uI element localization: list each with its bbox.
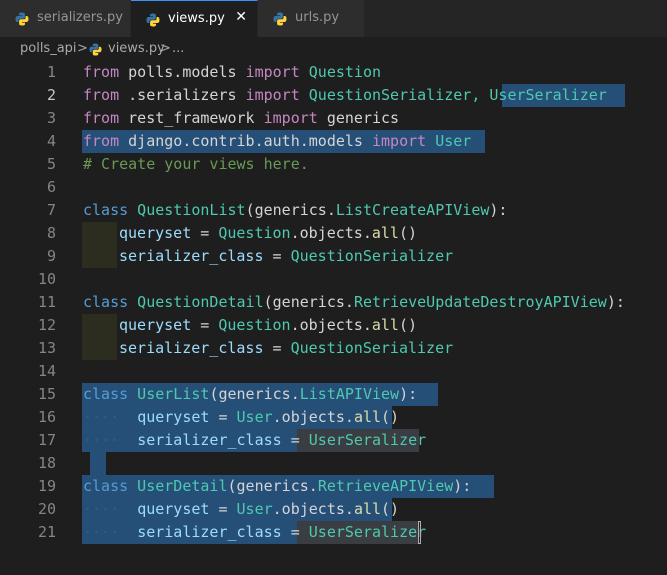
code-line: 9 serializer_class = QuestionSerializer (0, 245, 667, 268)
code-line: 14 (0, 360, 667, 383)
line-number: 20 (37, 500, 56, 518)
line-number: 10 (37, 270, 56, 288)
code-line: 2 from .serializers import QuestionSeria… (0, 84, 667, 107)
code-line: 3 from rest_framework import generics (0, 107, 667, 130)
line-number: 21 (37, 523, 56, 541)
code-text: class QuestionDetail(generics.RetrieveUp… (83, 293, 625, 311)
code-line: 5 # Create your views here. (0, 153, 667, 176)
code-text: class UserDetail(generics.RetrieveAPIVie… (83, 477, 472, 495)
code-text: from polls.models import Question (83, 63, 382, 81)
tab-urls[interactable]: urls.py (258, 0, 365, 37)
code-line: 16 ···· queryset = User.objects.all() (0, 406, 667, 429)
tab-label: serializers.py (37, 10, 123, 25)
breadcrumb-trail[interactable]: ... (172, 41, 184, 56)
code-text: from .serializers import QuestionSeriali… (83, 86, 607, 104)
code-text: ···· queryset = User.objects.all() (83, 500, 400, 518)
code-line: 19 class UserDetail(generics.RetrieveAPI… (0, 475, 667, 498)
code-line: 21 ···· serializer_class = UserSeralizer (0, 521, 667, 544)
line-number: 7 (46, 201, 56, 219)
text-cursor (418, 521, 421, 544)
code-text: ···· serializer_class = UserSeralizer (83, 431, 427, 449)
python-icon (15, 12, 29, 26)
tab-bar: serializers.py views.py ✕ urls.py (0, 0, 667, 37)
code-editor[interactable]: 1 from polls.models import Question 2 fr… (0, 61, 667, 575)
code-line: 15 class UserList(generics.ListAPIView): (0, 383, 667, 406)
line-number: 12 (37, 316, 56, 334)
code-line: 13 serializer_class = QuestionSerializer (0, 337, 667, 360)
close-icon[interactable]: ✕ (235, 9, 247, 25)
line-number: 17 (37, 431, 56, 449)
code-line: 20 ···· queryset = User.objects.all() (0, 498, 667, 521)
line-number: 1 (46, 63, 56, 81)
line-number: 14 (37, 362, 56, 380)
breadcrumb: polls_api > views.py > ... (0, 38, 667, 60)
code-text: ···· serializer_class = UserSeralizer (83, 523, 427, 541)
python-icon (273, 12, 287, 26)
line-number: 16 (37, 408, 56, 426)
line-number: 5 (46, 155, 56, 173)
line-number: 2 (46, 86, 56, 104)
line-number: 19 (37, 477, 56, 495)
code-text: queryset = Question.objects.all() (119, 224, 418, 242)
code-text: from django.contrib.auth.models import U… (83, 132, 472, 150)
code-line: 17 ···· serializer_class = UserSeralizer (0, 429, 667, 452)
tab-views[interactable]: views.py ✕ (131, 0, 258, 37)
line-number: 11 (37, 293, 56, 311)
line-number: 3 (46, 109, 56, 127)
line-number: 15 (37, 385, 56, 403)
chevron-right-icon: > (77, 41, 88, 56)
code-line: 12 queryset = Question.objects.all() (0, 314, 667, 337)
breadcrumb-folder[interactable]: polls_api (20, 41, 77, 56)
code-text: class QuestionList(generics.ListCreateAP… (83, 201, 508, 219)
code-text: ···· queryset = User.objects.all() (83, 408, 400, 426)
code-text: class UserList(generics.ListAPIView): (83, 385, 418, 403)
line-number: 9 (46, 247, 56, 265)
chevron-right-icon: > (160, 41, 171, 56)
python-icon (89, 43, 102, 56)
line-number: 4 (46, 132, 56, 150)
code-text: from rest_framework import generics (83, 109, 400, 127)
tab-label: urls.py (295, 10, 340, 25)
code-text: serializer_class = QuestionSerializer (119, 247, 454, 265)
code-line: 8 queryset = Question.objects.all() (0, 222, 667, 245)
code-line: 7 class QuestionList(generics.ListCreate… (0, 199, 667, 222)
code-line: 6 (0, 176, 667, 199)
code-line: 18 (0, 452, 667, 475)
breadcrumb-file[interactable]: views.py (108, 41, 165, 56)
code-comment: # Create your views here. (83, 155, 309, 173)
line-number: 8 (46, 224, 56, 242)
tab-serializers[interactable]: serializers.py (0, 0, 131, 37)
code-line: 11 class QuestionDetail(generics.Retriev… (0, 291, 667, 314)
code-line: 1 from polls.models import Question (0, 61, 667, 84)
code-line: 4 from django.contrib.auth.models import… (0, 130, 667, 153)
line-number: 6 (46, 178, 56, 196)
tab-label: views.py (168, 11, 225, 26)
code-text: queryset = Question.objects.all() (119, 316, 418, 334)
code-text: serializer_class = QuestionSerializer (119, 339, 454, 357)
line-number: 18 (37, 454, 56, 472)
line-number: 13 (37, 339, 56, 357)
code-line: 10 (0, 268, 667, 291)
python-icon (146, 13, 160, 27)
